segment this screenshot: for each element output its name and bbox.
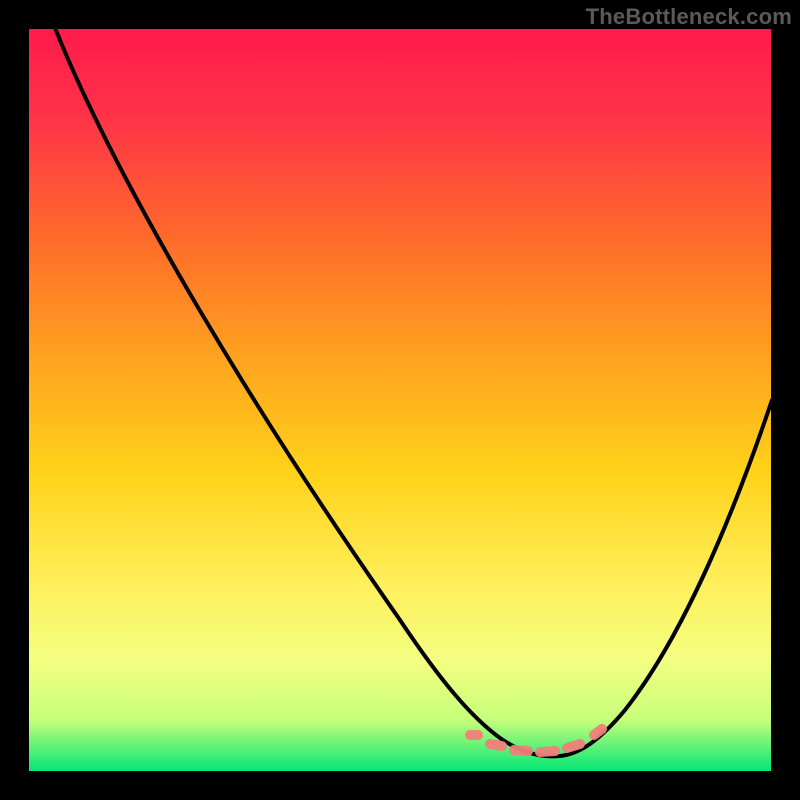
bottleneck-chart-container: TheBottleneck.com	[0, 0, 800, 800]
watermark-text: TheBottleneck.com	[586, 4, 792, 30]
bottleneck-chart-svg	[0, 0, 800, 800]
